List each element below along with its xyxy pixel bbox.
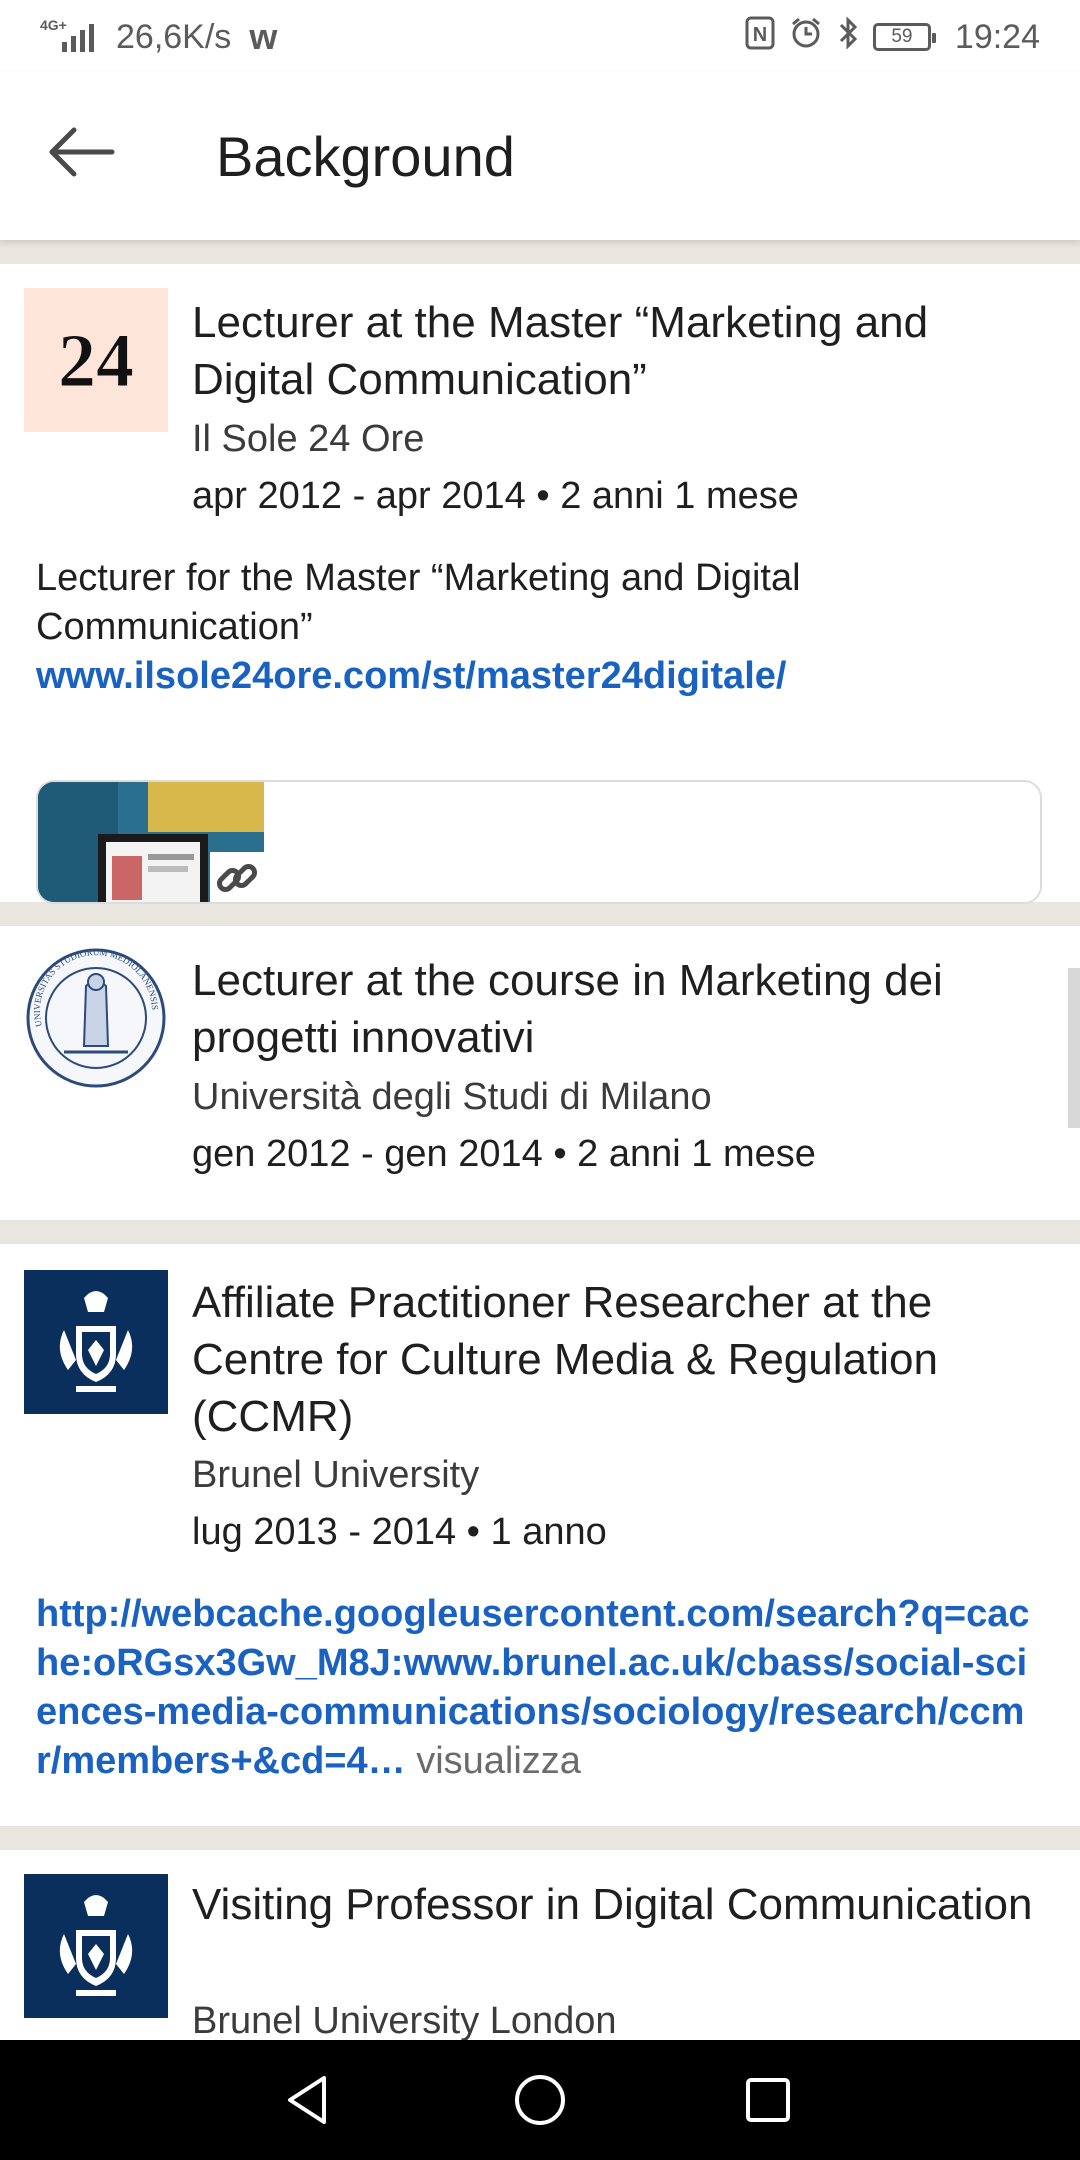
system-nav-bar [0,2040,1080,2160]
company-logo-sole24ore: 24 [24,288,168,432]
entry-dates: lug 2013 - 2014 • 1 anno [192,1511,607,1553]
signal-icon: 4G+ [40,18,98,56]
entry-company: Brunel University [192,1454,480,1496]
show-more-link[interactable]: visualizza [416,1740,581,1782]
company-logo-unimi: UNIVERSITAS STUDIORUM MEDIOLANENSIS [24,946,168,1090]
status-bar: 4G+ 26,6K/s w N 59 19:24 [0,0,1080,72]
nav-recents-button[interactable] [736,2068,800,2132]
svg-text:N: N [753,24,767,46]
svg-text:24: 24 [58,319,134,403]
experience-entry[interactable]: Visiting Professor in Digital Communicat… [0,1850,1080,2040]
page-title: Background [216,125,515,188]
entry-description: http://webcache.googleusercontent.com/se… [36,1590,1046,1786]
entry-title: Lecturer at the Master “Marketing and Di… [192,298,929,404]
entry-title: Visiting Professor in Digital Communicat… [192,1880,1033,1929]
entry-title: Lecturer at the course in Marketing dei … [192,956,943,1062]
description-link[interactable]: www.ilsole24ore.com/st/master24digitale/ [36,652,1046,701]
entry-company: Brunel University London [192,2000,617,2040]
link-ellipsis: … [367,1740,406,1782]
experience-entry[interactable]: 24 Lecturer at the Master “Marketing and… [0,264,1080,904]
entry-dates: apr 2012 - apr 2014 • 2 anni 1 mese [192,475,799,517]
square-recents-icon [746,2078,790,2122]
network-speed: 26,6K/s [116,17,232,56]
app-notification-icon: w [249,16,278,57]
company-logo-brunel [24,1874,168,2018]
link-icon [216,863,258,893]
nfc-icon: N [745,16,775,58]
app-header: Background [0,72,1080,240]
description-text: Lecturer for the Master “Marketing and D… [36,557,801,648]
experience-entry[interactable]: UNIVERSITAS STUDIORUM MEDIOLANENSIS Lect… [0,926,1080,1220]
circle-home-icon [515,2075,565,2125]
entry-company: Il Sole 24 Ore [192,418,425,460]
arrow-left-icon [49,127,115,177]
battery-level: 59 [891,26,913,47]
nav-home-button[interactable] [508,2068,572,2132]
entry-company: Università degli Studi di Milano [192,1076,712,1118]
scrollbar[interactable] [1068,968,1080,1128]
battery-icon: 59 [872,23,936,51]
clock: 19:24 [954,17,1040,56]
nav-back-button[interactable] [276,2068,340,2132]
company-logo-brunel [24,1270,168,1414]
bluetooth-icon [837,16,859,58]
media-attachment[interactable] [36,780,1042,904]
entry-dates: gen 2012 - gen 2014 • 2 anni 1 mese [192,1133,816,1175]
media-thumbnail [38,782,264,902]
back-button[interactable] [46,122,118,182]
experience-entry[interactable]: Affiliate Practitioner Researcher at the… [0,1244,1080,1826]
triangle-back-icon [288,2076,326,2124]
alarm-icon [789,16,823,58]
entry-title: Affiliate Practitioner Researcher at the… [192,1278,938,1441]
entry-description: Lecturer for the Master “Marketing and D… [36,554,1046,701]
